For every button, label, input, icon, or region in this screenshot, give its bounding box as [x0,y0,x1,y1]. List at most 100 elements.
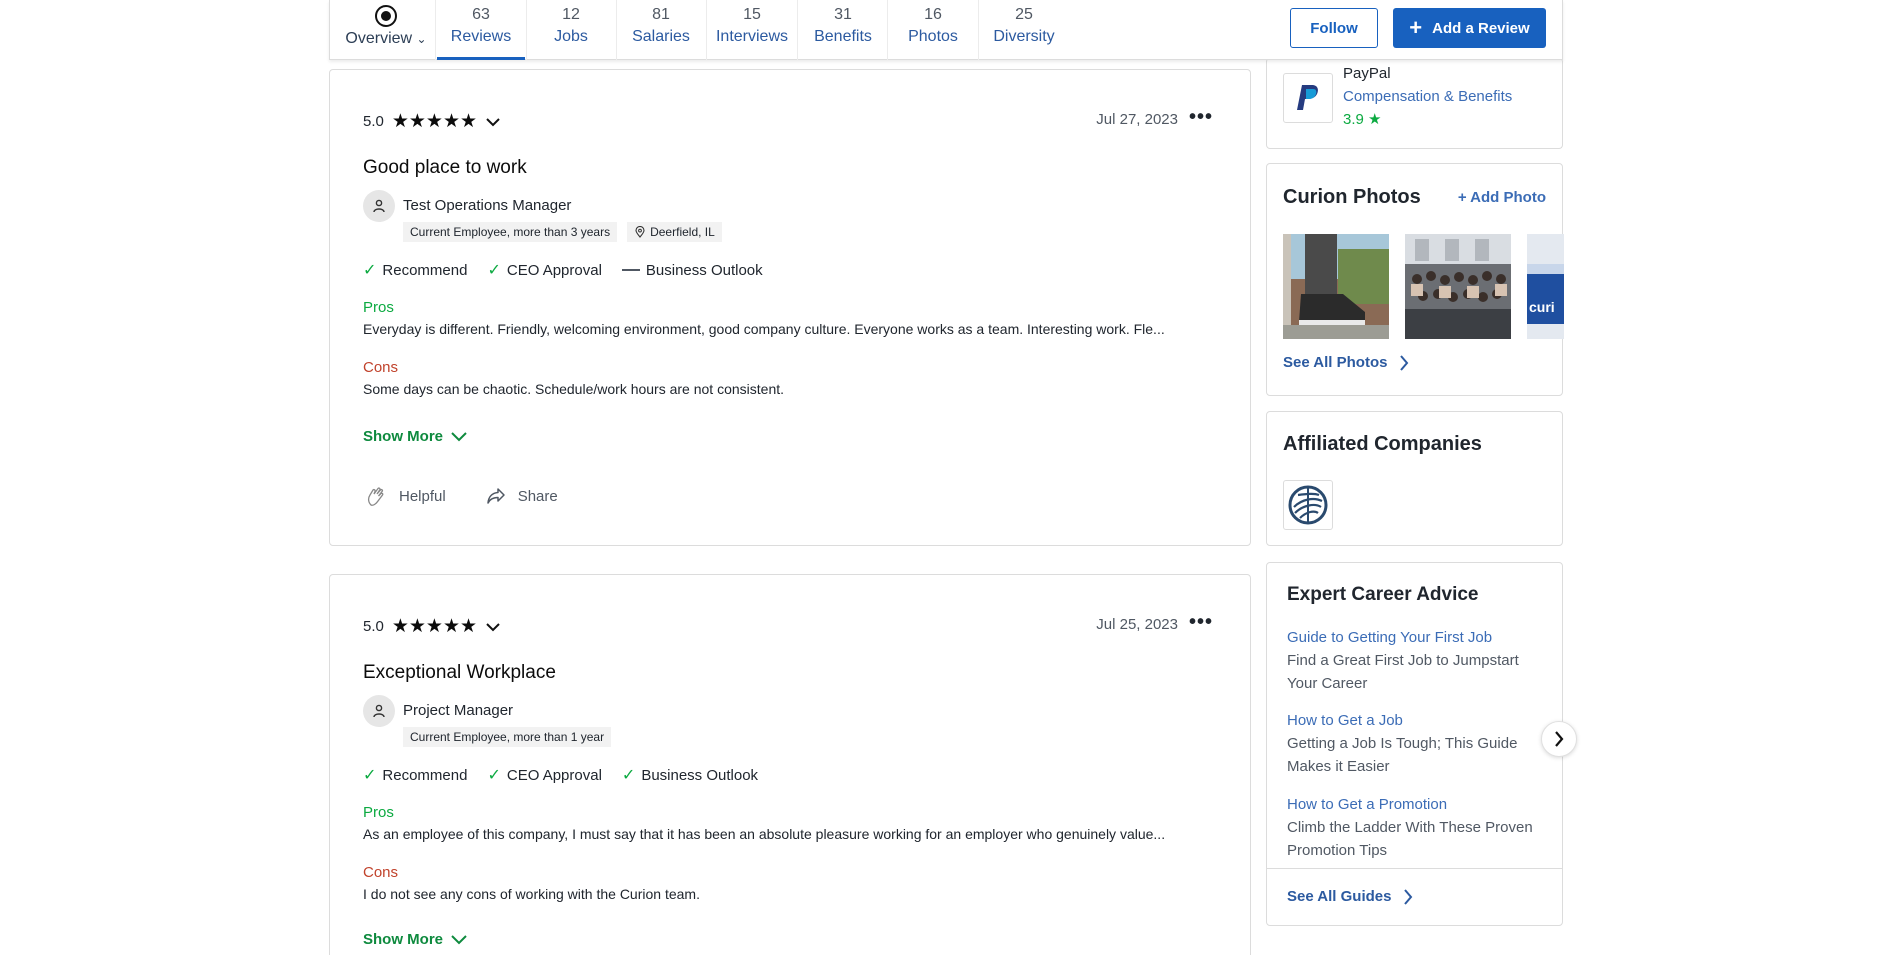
location-pin-icon [635,226,645,238]
tab-overview[interactable]: Overview ⌄ [344,0,428,60]
rating-value: 5.0 [363,618,384,635]
show-more-button[interactable]: Show More [363,931,467,948]
tab-label: Jobs [554,28,588,45]
share-icon [486,488,505,504]
indicator-label: Recommend [382,766,468,784]
cons-label: Cons [363,864,399,881]
company-photo-thumbnail[interactable] [1283,234,1389,339]
chevron-down-icon [451,934,467,944]
career-advice-card: Expert Career Advice Guide to Getting Yo… [1266,562,1563,926]
photo-group-image [1405,234,1511,339]
employment-status: Current Employee, more than 1 year [410,730,605,744]
chevron-down-icon: ⌄ [416,32,427,46]
employment-status: Current Employee, more than 3 years [410,225,611,239]
paypal-logo [1283,73,1333,123]
company-category-link[interactable]: Compensation & Benefits [1343,88,1512,105]
clap-hands-icon [367,487,384,506]
advice-link[interactable]: How to Get a Job [1287,710,1537,732]
show-more-button[interactable]: Show More [363,428,467,445]
helpful-label: Helpful [399,487,446,505]
tab-jobs[interactable]: 12 Jobs [527,0,615,60]
tab-salaries[interactable]: 81 Salaries [617,0,705,60]
tab-count: 25 [1015,6,1033,23]
see-all-photos-link[interactable]: See All Photos [1283,354,1409,371]
tab-label: Overview [345,30,413,47]
star-rating-icon: ★★★★★ [391,616,478,637]
more-options-icon[interactable]: ••• [1189,611,1213,634]
chevron-right-icon [1400,354,1409,371]
affiliated-company-logo[interactable] [1283,480,1333,530]
tab-benefits[interactable]: 31 Benefits [798,0,888,60]
tab-label: Diversity [993,28,1055,45]
cons-text: I do not see any cons of working with th… [363,886,700,902]
review-rating[interactable]: 5.0 ★★★★★ [363,110,501,133]
add-review-label: Add a Review [1432,19,1530,37]
tab-count: 12 [562,6,580,23]
tab-label: Salaries [632,28,690,45]
company-photos-card: Curion Photos + Add Photo curi See All P… [1266,163,1564,396]
advice-link[interactable]: How to Get a Promotion [1287,794,1537,816]
dash-icon [621,269,640,271]
tab-label: Photos [908,28,958,45]
review-card: 5.0 ★★★★★ Jul 25, 2023 ••• Exceptional W… [329,574,1251,955]
tab-count: 16 [924,6,942,23]
employment-status-chip: Current Employee, more than 3 years [403,222,618,242]
check-icon: ✓ [363,767,377,784]
avatar [363,695,395,727]
company-photo-thumbnail[interactable] [1405,234,1511,339]
indicator-business-outlook: Business Outlook [621,260,763,280]
chevron-right-icon [1404,888,1413,905]
carousel-next-button[interactable] [1541,721,1577,757]
advice-item: Guide to Getting Your First Job Find a G… [1287,627,1537,695]
svg-text:curi: curi [1529,299,1555,315]
tab-label: Benefits [814,28,872,45]
helpful-button[interactable]: Helpful [365,485,446,507]
indicator-label: CEO Approval [506,766,602,784]
cons-text: Some days can be chaotic. Schedule/work … [363,381,785,397]
review-title[interactable]: Exceptional Workplace [363,662,556,684]
show-more-label: Show More [363,428,444,445]
tab-divider [435,0,436,60]
share-button[interactable]: Share [486,485,558,507]
tab-label: Interviews [715,28,789,45]
review-actions: Helpful Share [365,485,558,507]
star-rating-icon: ★★★★★ [391,111,478,132]
chevron-right-icon [1555,731,1564,747]
company-photo-thumbnail[interactable]: curi [1527,234,1564,339]
add-photo-link[interactable]: + Add Photo [1458,189,1546,206]
photos-heading: Curion Photos [1283,186,1421,208]
paypal-logo-icon [1297,85,1318,110]
tab-photos[interactable]: 16 Photos [888,0,978,60]
indicator-label: Recommend [382,261,468,279]
reviewer-job-title: Test Operations Manager [403,197,572,214]
review-date: Jul 27, 2023 [1096,111,1178,128]
pros-text: As an employee of this company, I must s… [363,826,1166,842]
tab-reviews[interactable]: 63 Reviews [437,0,525,60]
review-title[interactable]: Good place to work [363,157,527,179]
advice-item: How to Get a Job Getting a Job Is Tough;… [1287,710,1537,778]
plus-icon: + [1409,15,1423,40]
company-name: PayPal [1343,65,1391,82]
see-all-photos-label: See All Photos [1283,354,1388,371]
more-options-icon[interactable]: ••• [1189,106,1213,129]
related-company-card[interactable]: PayPal Compensation & Benefits 3.9 ★ [1266,58,1563,149]
follow-button[interactable]: Follow [1290,8,1378,48]
advice-link[interactable]: Guide to Getting Your First Job [1287,627,1537,649]
advice-description: Climb the Ladder With These Proven Promo… [1287,819,1533,859]
user-icon [373,704,385,718]
add-review-button[interactable]: + Add a Review [1393,8,1546,48]
advice-description: Find a Great First Job to Jumpstart Your… [1287,652,1519,692]
overview-icon [375,5,397,27]
advice-item: How to Get a Promotion Climb the Ladder … [1287,794,1537,862]
divider [1267,868,1562,869]
photo-curion-sign-image: curi [1527,234,1564,339]
review-card: 5.0 ★★★★★ Jul 27, 2023 ••• Good place to… [329,69,1251,546]
chevron-down-icon [486,622,500,631]
tab-diversity[interactable]: 25 Diversity [979,0,1069,60]
avatar [363,190,395,222]
cons-label: Cons [363,359,399,376]
company-rating: 3.9 ★ [1343,111,1382,128]
review-rating[interactable]: 5.0 ★★★★★ [363,615,501,638]
tab-interviews[interactable]: 15 Interviews [707,0,797,60]
see-all-guides-link[interactable]: See All Guides [1287,888,1413,905]
